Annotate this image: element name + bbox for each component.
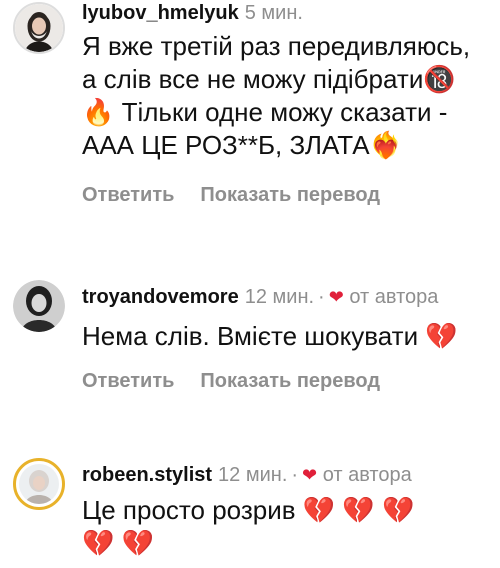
show-translation-button[interactable]: Показать перевод bbox=[200, 184, 380, 206]
comment-meta: lyubov_hmelyuk 5 мин. bbox=[82, 0, 486, 26]
username[interactable]: troyandovemore bbox=[82, 286, 239, 308]
avatar-image bbox=[19, 464, 59, 504]
comment-text: Нема слів. Вмієте шокувати 💔 bbox=[82, 321, 458, 351]
avatar[interactable] bbox=[13, 280, 65, 332]
timestamp: 5 мин. bbox=[244, 2, 303, 24]
timestamp: 12 мин. bbox=[218, 464, 288, 486]
comment-text: Це просто розрив 💔 💔 💔 💔 💔 bbox=[82, 495, 415, 558]
liked-by-author-label: от автора bbox=[322, 464, 412, 486]
avatar[interactable] bbox=[13, 2, 65, 54]
show-translation-button[interactable]: Показать перевод bbox=[200, 370, 380, 392]
comment-meta: robeen.stylist 12 мин. · ❤ от автора bbox=[82, 462, 486, 488]
username[interactable]: lyubov_hmelyuk bbox=[82, 2, 239, 24]
avatar-image bbox=[15, 4, 63, 52]
separator-dot: · bbox=[291, 464, 299, 486]
avatar[interactable] bbox=[13, 458, 65, 510]
reply-button[interactable]: Ответить bbox=[82, 370, 174, 392]
comment-actions: Ответить Показать перевод bbox=[82, 182, 486, 208]
heart-icon: ❤ bbox=[302, 465, 318, 485]
comment-actions: Ответить Показать перевод bbox=[82, 368, 486, 394]
comment-text: Я вже третій раз передивляюсь, а слів вс… bbox=[82, 31, 471, 160]
reply-button[interactable]: Ответить bbox=[82, 184, 174, 206]
comment-meta: troyandovemore 12 мин. · ❤ от автора bbox=[82, 284, 486, 310]
separator-dot: · bbox=[318, 286, 325, 308]
avatar-image bbox=[13, 280, 65, 332]
username[interactable]: robeen.stylist bbox=[82, 464, 212, 486]
timestamp: 12 мин. bbox=[244, 286, 315, 308]
heart-icon: ❤ bbox=[328, 287, 344, 307]
liked-by-author-label: от автора bbox=[349, 286, 439, 308]
